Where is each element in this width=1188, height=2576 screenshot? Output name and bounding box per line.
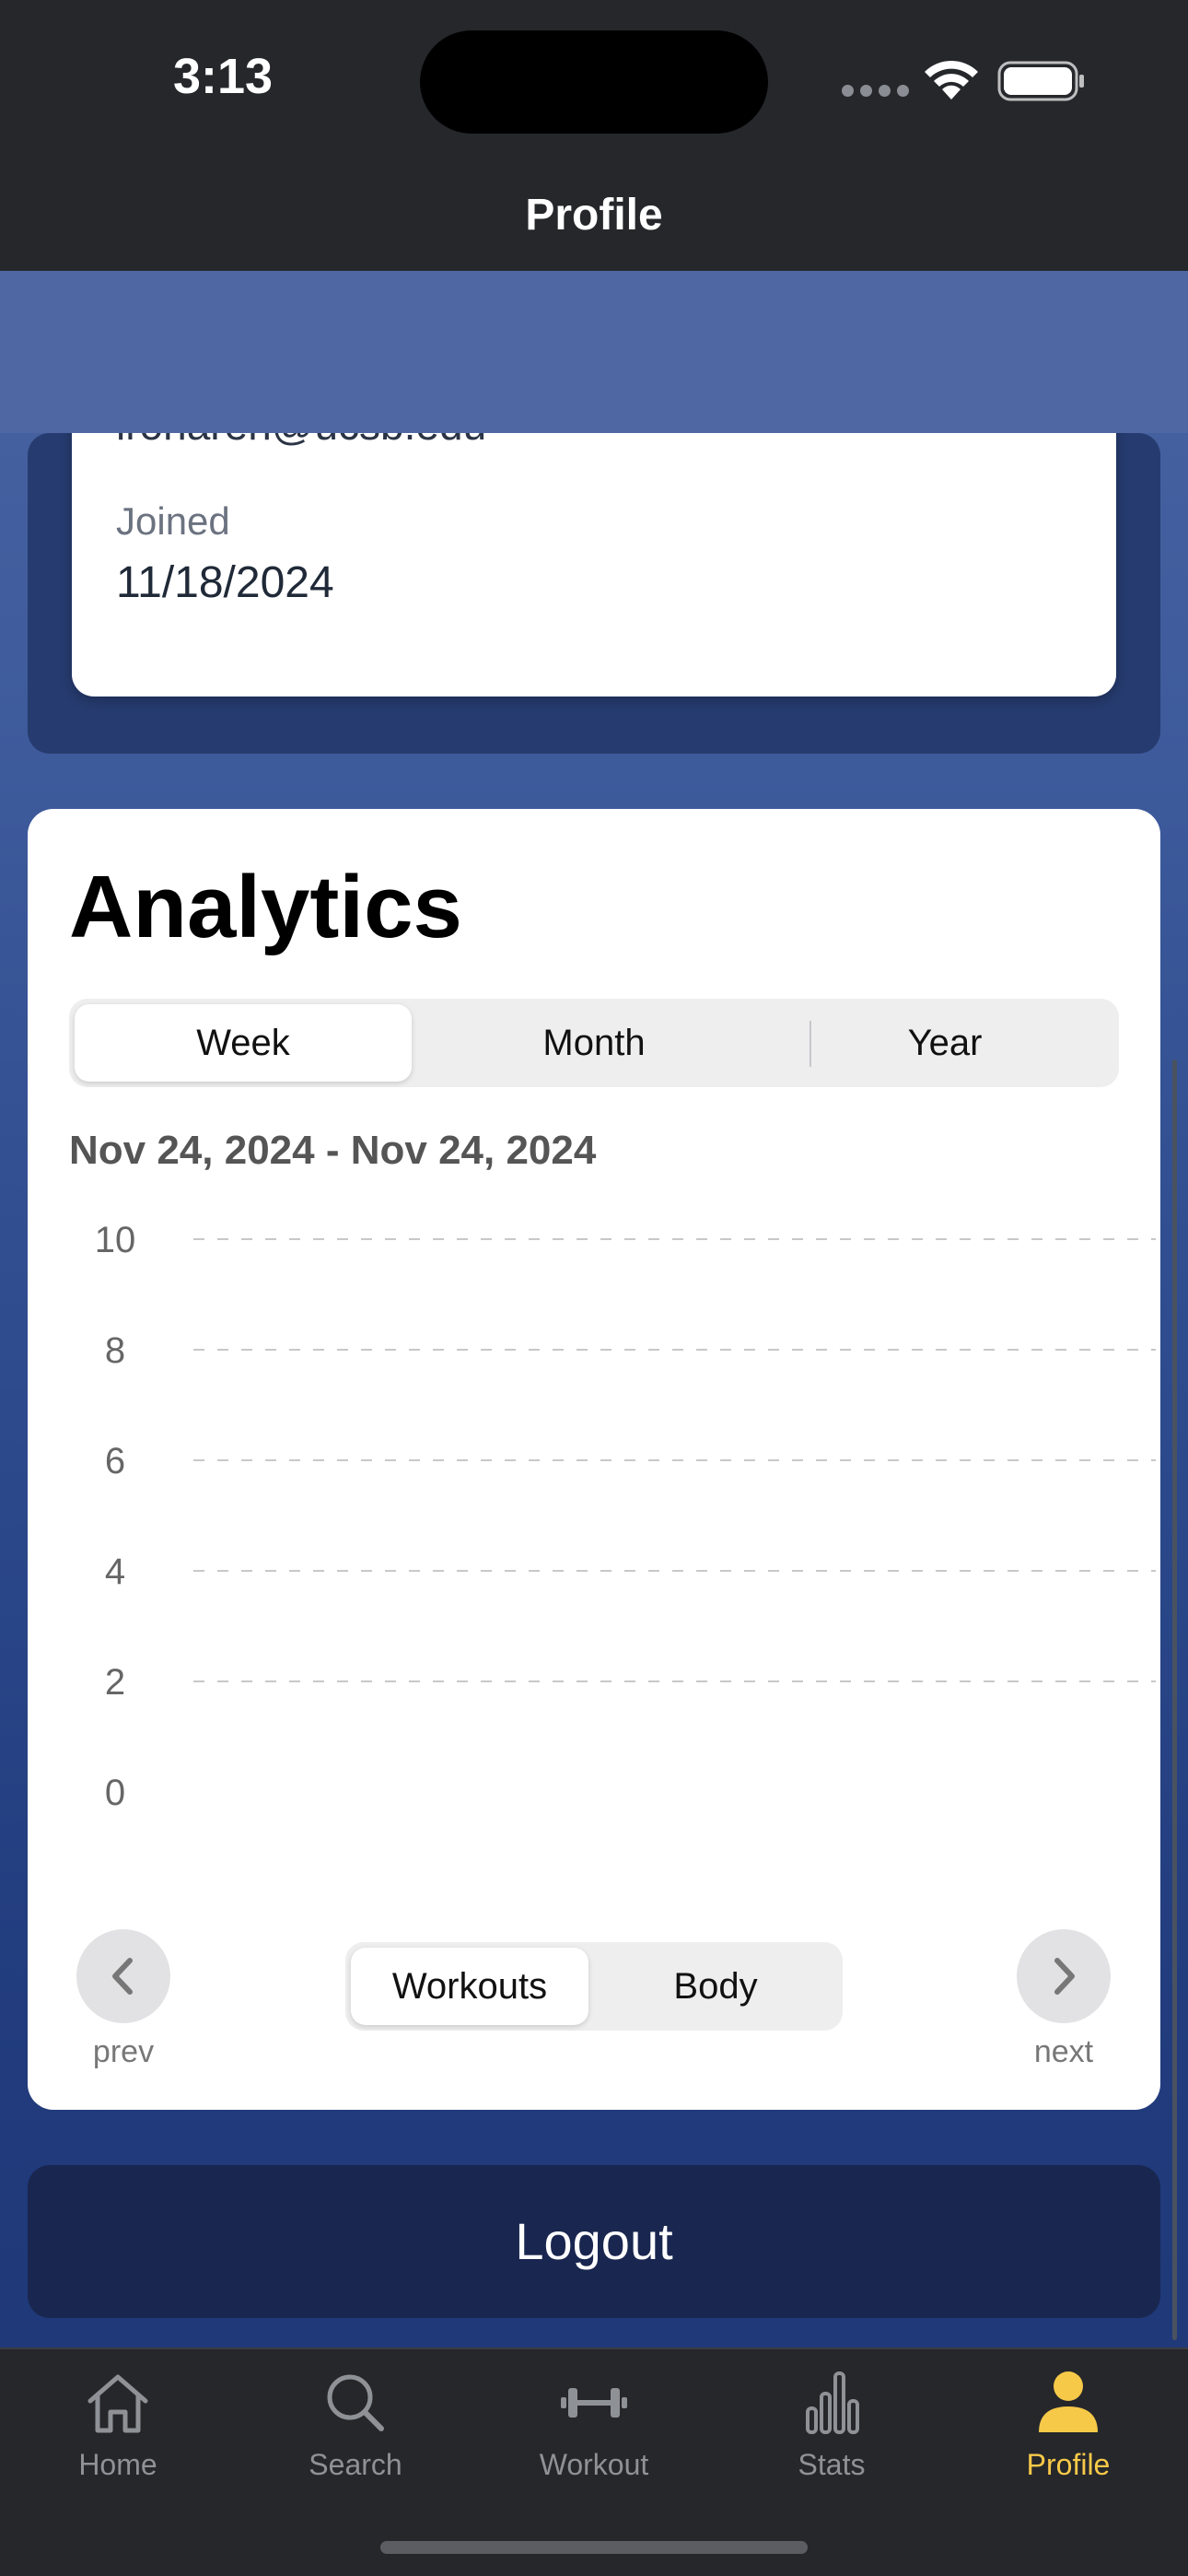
logout-button[interactable]: Logout bbox=[28, 2165, 1160, 2318]
page-title: Profile bbox=[525, 191, 663, 240]
y-tick-label: 8 bbox=[105, 1330, 125, 1371]
battery-icon bbox=[997, 61, 1084, 101]
tab-home-label: Home bbox=[78, 2448, 157, 2481]
tab-search-label: Search bbox=[309, 2448, 402, 2481]
period-segmented-control: Week Month Year bbox=[69, 999, 1119, 1087]
dumbbell-icon bbox=[561, 2388, 627, 2418]
tab-workout-label: Workout bbox=[539, 2448, 649, 2481]
home-icon bbox=[87, 2374, 148, 2433]
header-backdrop bbox=[0, 271, 1188, 433]
date-range: Nov 24, 2024 - Nov 24, 2024 bbox=[69, 1128, 597, 1173]
person-icon bbox=[1039, 2371, 1098, 2432]
prev-label: prev bbox=[92, 2034, 155, 2069]
y-tick-label: 4 bbox=[105, 1551, 125, 1592]
tab-workout[interactable]: Workout bbox=[520, 2368, 668, 2482]
status-bar: 3:13 bbox=[0, 0, 1188, 173]
tab-profile-label: Profile bbox=[1026, 2448, 1111, 2481]
tab-month[interactable]: Month bbox=[425, 1004, 763, 1082]
scrollbar[interactable] bbox=[1172, 1060, 1177, 2340]
tab-week[interactable]: Week bbox=[75, 1004, 412, 1082]
joined-date: 11/18/2024 bbox=[116, 558, 334, 607]
tab-stats-label: Stats bbox=[798, 2448, 866, 2481]
navigation-bar: Profile bbox=[0, 173, 1188, 271]
chevron-left-icon bbox=[112, 1958, 133, 1995]
wifi-icon bbox=[925, 60, 978, 100]
analytics-chart: 10 8 6 4 2 0 bbox=[95, 1224, 1156, 1813]
y-tick-label: 2 bbox=[105, 1662, 125, 1703]
analytics-card: Analytics Week Month Year Nov 24, 2024 -… bbox=[28, 809, 1160, 2110]
prev-button[interactable] bbox=[76, 1929, 170, 2023]
tab-workouts[interactable]: Workouts bbox=[351, 1948, 588, 2025]
joined-label: Joined bbox=[116, 499, 230, 543]
next-label: next bbox=[1033, 2034, 1094, 2069]
bar-chart-icon bbox=[806, 2371, 859, 2434]
search-icon bbox=[327, 2374, 384, 2431]
cellular-signal-icon bbox=[842, 85, 909, 97]
mode-segmented-control: Workouts Body bbox=[345, 1942, 843, 2031]
chevron-right-icon bbox=[1054, 1958, 1075, 1995]
tab-stats[interactable]: Stats bbox=[758, 2368, 905, 2482]
tab-body[interactable]: Body bbox=[594, 1948, 837, 2025]
y-tick-label: 0 bbox=[105, 1773, 125, 1813]
tab-profile[interactable]: Profile bbox=[995, 2368, 1142, 2482]
status-time: 3:13 bbox=[173, 49, 274, 104]
dynamic-island bbox=[420, 30, 768, 134]
home-indicator[interactable] bbox=[380, 2541, 808, 2554]
tab-year[interactable]: Year bbox=[776, 1004, 1113, 1082]
tab-home[interactable]: Home bbox=[44, 2368, 192, 2482]
y-tick-label: 10 bbox=[95, 1224, 136, 1260]
y-tick-label: 6 bbox=[105, 1441, 125, 1481]
next-button[interactable] bbox=[1017, 1929, 1111, 2023]
analytics-title: Analytics bbox=[69, 858, 462, 956]
tab-search[interactable]: Search bbox=[282, 2368, 429, 2482]
